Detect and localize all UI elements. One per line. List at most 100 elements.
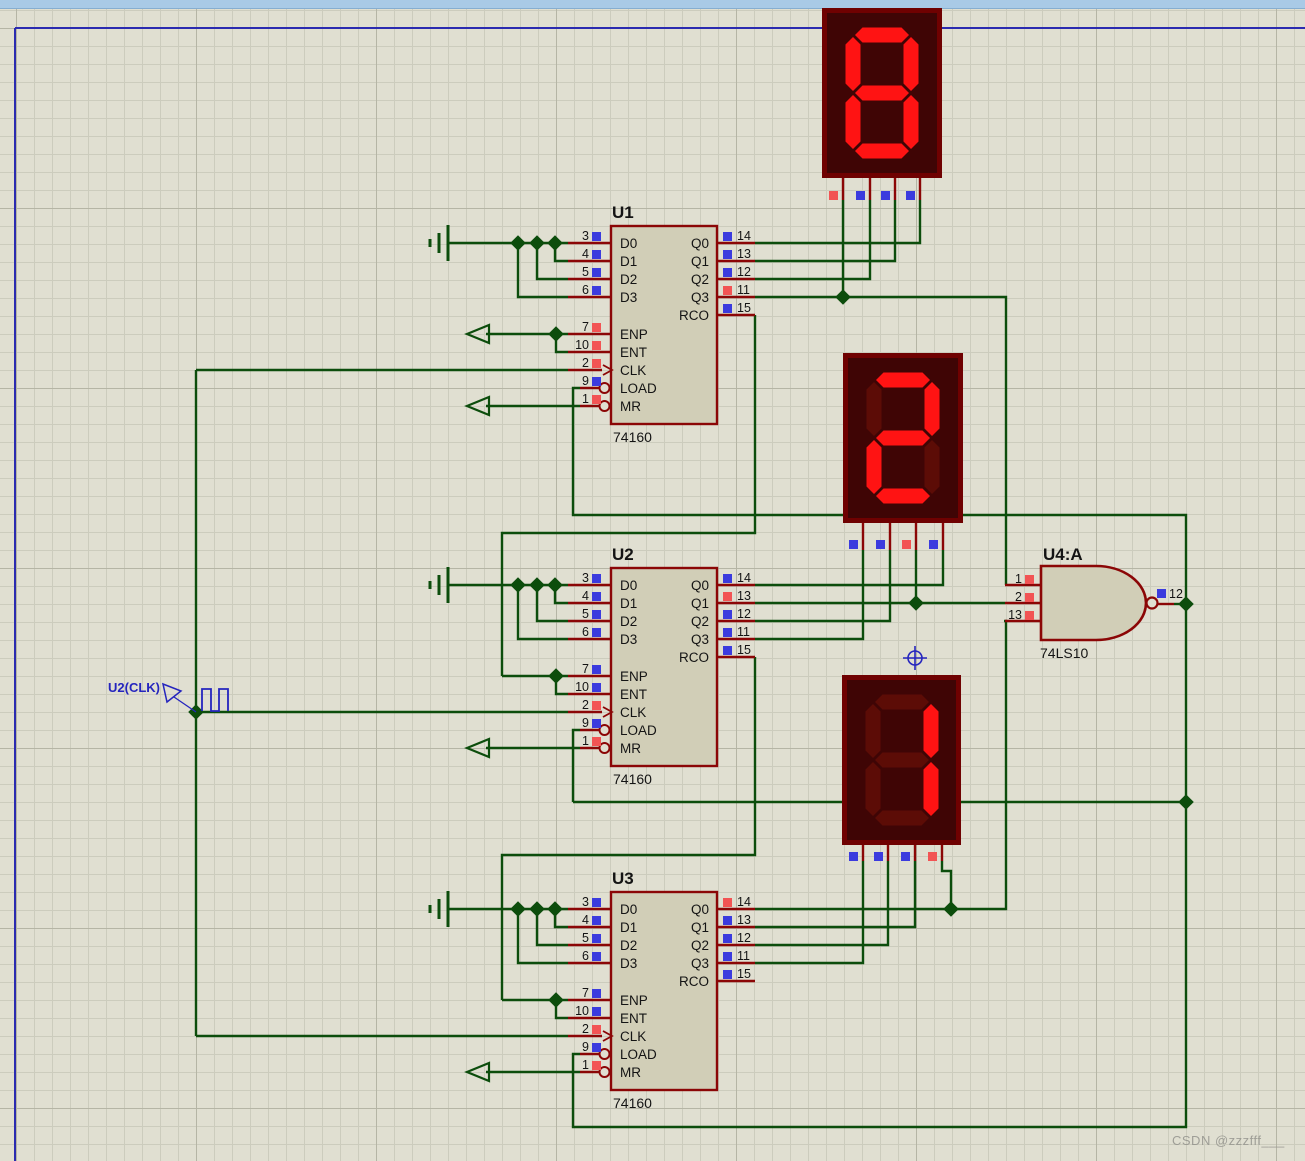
junction-dot (548, 668, 564, 684)
pin-state-indicator (723, 916, 732, 925)
segment-c-lit (903, 95, 919, 149)
segment-a-lit (855, 27, 909, 43)
pin-label: Q1 (691, 254, 709, 269)
pin-state-indicator (592, 683, 601, 692)
input-terminal-icon[interactable] (464, 737, 491, 759)
ground-icon[interactable] (428, 567, 450, 603)
chip-part: 74160 (613, 429, 652, 445)
pin-state-indicator (723, 934, 732, 943)
segment-g-lit (855, 85, 909, 101)
wire-u2-load[interactable] (571, 728, 580, 802)
pin-state-indicator (592, 395, 601, 404)
pin-number: 13 (737, 247, 751, 261)
pin-label: RCO (679, 974, 709, 989)
wire-d3[interactable] (516, 243, 568, 299)
pin-number: 14 (737, 895, 751, 909)
junction-dot (529, 235, 545, 251)
junction-dot (548, 992, 564, 1008)
segment-d-lit (876, 488, 930, 504)
inversion-bubble (1145, 596, 1159, 610)
pin-state-indicator (723, 574, 732, 583)
junction-dot (510, 235, 526, 251)
pin-label: CLK (620, 1029, 646, 1044)
wire-u3-q1[interactable] (755, 861, 917, 929)
pin-number: 5 (582, 931, 589, 945)
wire-u3-q2[interactable] (755, 861, 890, 947)
pin-label: ENT (620, 345, 647, 360)
display-pin-state (906, 191, 915, 200)
pin-state-indicator (723, 232, 732, 241)
input-terminal-icon[interactable] (464, 395, 491, 417)
pin-number: 10 (575, 680, 589, 694)
junction-dot (529, 901, 545, 917)
pin-number: 3 (582, 895, 589, 909)
chip-part: 74160 (613, 771, 652, 787)
pin-label: MR (620, 1065, 641, 1080)
pin-number: 1 (1015, 572, 1022, 586)
pin-label: D0 (620, 236, 637, 251)
pin-label: D1 (620, 596, 637, 611)
pin-number: 6 (582, 949, 589, 963)
pin-label: Q0 (691, 578, 709, 593)
pin-number: 7 (582, 986, 589, 1000)
segment-c-unlit (924, 440, 940, 494)
pin-label: Q0 (691, 902, 709, 917)
pin-label: D3 (620, 632, 637, 647)
pin-label: D2 (620, 272, 637, 287)
pin-label: Q2 (691, 614, 709, 629)
pin-state-indicator (592, 952, 601, 961)
display-pin-state (874, 852, 883, 861)
pin-number: 14 (737, 571, 751, 585)
pin-label: MR (620, 741, 641, 756)
pin-number: 6 (582, 625, 589, 639)
pin-label: Q1 (691, 596, 709, 611)
pin-label: ENP (620, 327, 648, 342)
chip-part: 74160 (613, 1095, 652, 1111)
pin-state-indicator (592, 610, 601, 619)
pin-label: ENP (620, 993, 648, 1008)
pin-number: 4 (582, 247, 589, 261)
junction-dot (1178, 794, 1194, 810)
wire-disp3-p4[interactable] (940, 861, 953, 909)
pin-label: D0 (620, 578, 637, 593)
pin-state-indicator (592, 628, 601, 637)
pin-number: 13 (1008, 608, 1022, 622)
seven-seg-display-3[interactable] (842, 675, 961, 845)
pin-number: 4 (582, 913, 589, 927)
pin-state-indicator (592, 323, 601, 332)
segment-e-lit (845, 95, 861, 149)
pin-state-indicator (1025, 611, 1034, 620)
pin-number: 11 (737, 949, 750, 963)
ground-icon[interactable] (428, 225, 450, 261)
wire-u1-q2[interactable] (755, 200, 872, 281)
pin-state-indicator (592, 377, 601, 386)
segment-g-unlit (875, 752, 929, 768)
input-terminal-icon[interactable] (464, 1061, 491, 1083)
pin-number: 13 (737, 913, 751, 927)
pin-number: 15 (737, 643, 751, 657)
pin-label: D3 (620, 956, 637, 971)
ground-icon[interactable] (428, 891, 450, 927)
schematic-canvas[interactable]: U2(CLK) U1 74160 3 D0 4 D1 5 D2 6 D3 7 ENP 10 ENT 2 CLK 9… (0, 0, 1305, 1161)
pin-label: Q3 (691, 956, 709, 971)
wire-u2-q3[interactable] (755, 550, 865, 641)
clock-waveform-icon[interactable] (201, 688, 229, 712)
pin-state-indicator (592, 1061, 601, 1070)
segment-c-lit (923, 762, 939, 816)
wire-d3[interactable] (516, 909, 568, 965)
seven-seg-display-2[interactable] (843, 353, 963, 523)
pin-state-indicator (592, 916, 601, 925)
pin-state-indicator (592, 1043, 601, 1052)
wire-d3[interactable] (516, 585, 568, 641)
wire-u3-q3[interactable] (755, 861, 865, 965)
pin-number: 9 (582, 1040, 589, 1054)
pin-number: 5 (582, 607, 589, 621)
gate-u4a-body[interactable] (1039, 564, 1148, 642)
pin-state-indicator (592, 574, 601, 583)
pin-number: 4 (582, 589, 589, 603)
gate-part: 74LS10 (1040, 645, 1088, 661)
input-terminal-icon[interactable] (464, 323, 491, 345)
wire-u1-q1[interactable] (755, 200, 897, 263)
pin-label: ENT (620, 1011, 647, 1026)
seven-seg-display-1[interactable] (822, 8, 942, 178)
